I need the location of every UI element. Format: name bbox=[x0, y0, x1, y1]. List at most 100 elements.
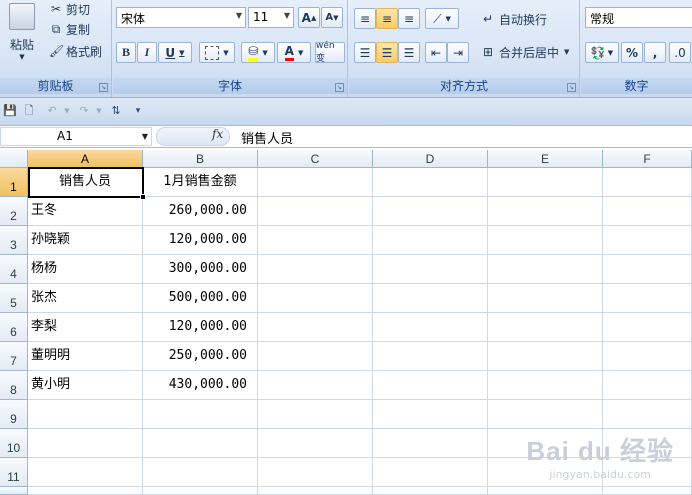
increase-decimal-button[interactable]: .0 bbox=[669, 42, 691, 63]
cell-c4[interactable] bbox=[258, 255, 373, 284]
cell-a5[interactable]: 张杰 bbox=[28, 284, 143, 313]
cell-b6[interactable]: 120,000.00 bbox=[143, 313, 258, 342]
row-header-4[interactable]: 4 bbox=[0, 255, 28, 284]
cell-e12[interactable] bbox=[488, 487, 603, 495]
row-header-2[interactable]: 2 bbox=[0, 197, 28, 226]
cell-d8[interactable] bbox=[373, 371, 488, 400]
phonetic-button[interactable]: wén 变 bbox=[315, 41, 345, 64]
cell-f8[interactable] bbox=[603, 371, 692, 400]
cell-c11[interactable] bbox=[258, 458, 373, 487]
cell-f5[interactable] bbox=[603, 284, 692, 313]
font-size-select[interactable]: 11 ▼ bbox=[248, 7, 294, 28]
cell-d2[interactable] bbox=[373, 197, 488, 226]
cell-d11[interactable] bbox=[373, 458, 488, 487]
cell-a12[interactable] bbox=[28, 487, 143, 495]
column-header-f[interactable]: F bbox=[603, 150, 692, 168]
align-top-button[interactable]: ≡ bbox=[354, 8, 376, 29]
name-box[interactable]: A1 ▼ bbox=[0, 127, 152, 146]
cell-a4[interactable]: 杨杨 bbox=[28, 255, 143, 284]
row-header-1[interactable]: 1 bbox=[0, 168, 28, 197]
number-format-select[interactable]: 常规 bbox=[585, 7, 692, 28]
save-icon[interactable]: 💾 bbox=[2, 103, 18, 119]
merge-center-button[interactable]: ⊞ 合并后居中 ▼ bbox=[479, 42, 570, 62]
clipboard-launcher-icon[interactable]: ↘ bbox=[99, 83, 108, 92]
row-header-5[interactable]: 5 bbox=[0, 284, 28, 313]
cell-c2[interactable] bbox=[258, 197, 373, 226]
cell-b10[interactable] bbox=[143, 429, 258, 458]
cell-f12[interactable] bbox=[603, 487, 692, 495]
font-color-button[interactable]: A ▼ bbox=[277, 42, 311, 63]
cell-a2[interactable]: 王冬 bbox=[28, 197, 143, 226]
bold-button[interactable]: B bbox=[116, 42, 136, 63]
cell-c6[interactable] bbox=[258, 313, 373, 342]
cell-c7[interactable] bbox=[258, 342, 373, 371]
cell-d12[interactable] bbox=[373, 487, 488, 495]
cell-a7[interactable]: 董明明 bbox=[28, 342, 143, 371]
grow-font-button[interactable]: A ▲ bbox=[298, 7, 320, 28]
cell-f1[interactable] bbox=[603, 168, 692, 197]
cell-c1[interactable] bbox=[258, 168, 373, 197]
paste-button[interactable]: 粘贴 ▼ bbox=[4, 2, 40, 62]
cell-a8[interactable]: 黄小明 bbox=[28, 371, 143, 400]
cell-e3[interactable] bbox=[488, 226, 603, 255]
customize-toolbar-icon[interactable]: ▾ bbox=[130, 103, 146, 119]
currency-button[interactable]: 💱 ▼ bbox=[585, 42, 619, 63]
column-header-e[interactable]: E bbox=[488, 150, 603, 168]
wrap-text-button[interactable]: ↵ 自动换行 bbox=[479, 9, 548, 29]
align-left-button[interactable]: ☰ bbox=[354, 42, 376, 63]
cell-c8[interactable] bbox=[258, 371, 373, 400]
cell-d6[interactable] bbox=[373, 313, 488, 342]
cell-d1[interactable] bbox=[373, 168, 488, 197]
redo-icon[interactable]: ↷ bbox=[76, 103, 92, 119]
cell-b2[interactable]: 260,000.00 bbox=[143, 197, 258, 226]
cell-e6[interactable] bbox=[488, 313, 603, 342]
cell-b5[interactable]: 500,000.00 bbox=[143, 284, 258, 313]
row-header-9[interactable]: 9 bbox=[0, 400, 28, 429]
cell-c5[interactable] bbox=[258, 284, 373, 313]
new-document-icon[interactable]: 🗋 bbox=[21, 103, 37, 119]
cell-a10[interactable] bbox=[28, 429, 143, 458]
chevron-down-icon[interactable]: ▼ bbox=[59, 103, 75, 119]
row-header-8[interactable]: 8 bbox=[0, 371, 28, 400]
alignment-launcher-icon[interactable]: ↘ bbox=[567, 83, 576, 92]
orientation-button[interactable]: ⟋ ▼ bbox=[425, 8, 459, 29]
row-header-10[interactable]: 10 bbox=[0, 429, 28, 458]
cell-e7[interactable] bbox=[488, 342, 603, 371]
cut-button[interactable]: ✂ 剪切 bbox=[48, 0, 91, 18]
cell-c10[interactable] bbox=[258, 429, 373, 458]
cell-a6[interactable]: 李梨 bbox=[28, 313, 143, 342]
cell-e8[interactable] bbox=[488, 371, 603, 400]
cell-f3[interactable] bbox=[603, 226, 692, 255]
percent-button[interactable]: % bbox=[621, 42, 643, 63]
align-middle-button[interactable]: ≡ bbox=[376, 8, 398, 29]
shrink-font-button[interactable]: A ▼ bbox=[321, 7, 343, 28]
formula-input[interactable]: 销售人员 bbox=[241, 128, 293, 147]
cell-f2[interactable] bbox=[603, 197, 692, 226]
cell-d5[interactable] bbox=[373, 284, 488, 313]
cell-c3[interactable] bbox=[258, 226, 373, 255]
cell-d10[interactable] bbox=[373, 429, 488, 458]
cell-e5[interactable] bbox=[488, 284, 603, 313]
fill-color-button[interactable]: ⛁ ▼ bbox=[241, 42, 275, 63]
italic-button[interactable]: I bbox=[137, 42, 157, 63]
chevron-down-icon[interactable]: ▼ bbox=[91, 103, 107, 119]
cell-b3[interactable]: 120,000.00 bbox=[143, 226, 258, 255]
row-header-11[interactable]: 11 bbox=[0, 458, 28, 487]
cell-d7[interactable] bbox=[373, 342, 488, 371]
cell-f4[interactable] bbox=[603, 255, 692, 284]
copy-button[interactable]: ⧉ 复制 bbox=[48, 20, 91, 38]
select-all-button[interactable] bbox=[0, 150, 28, 168]
comma-button[interactable]: , bbox=[644, 42, 666, 63]
cell-b1[interactable]: 1月销售金额 bbox=[143, 168, 258, 197]
cell-f7[interactable] bbox=[603, 342, 692, 371]
cell-e9[interactable] bbox=[488, 400, 603, 429]
cell-b11[interactable] bbox=[143, 458, 258, 487]
cell-a11[interactable] bbox=[28, 458, 143, 487]
column-header-c[interactable]: C bbox=[258, 150, 373, 168]
fill-handle[interactable] bbox=[140, 194, 146, 200]
cell-b12[interactable] bbox=[143, 487, 258, 495]
column-header-a[interactable]: A bbox=[28, 150, 143, 168]
undo-icon[interactable]: ↶ bbox=[44, 103, 60, 119]
cell-f9[interactable] bbox=[603, 400, 692, 429]
align-right-button[interactable]: ☰ bbox=[398, 42, 420, 63]
